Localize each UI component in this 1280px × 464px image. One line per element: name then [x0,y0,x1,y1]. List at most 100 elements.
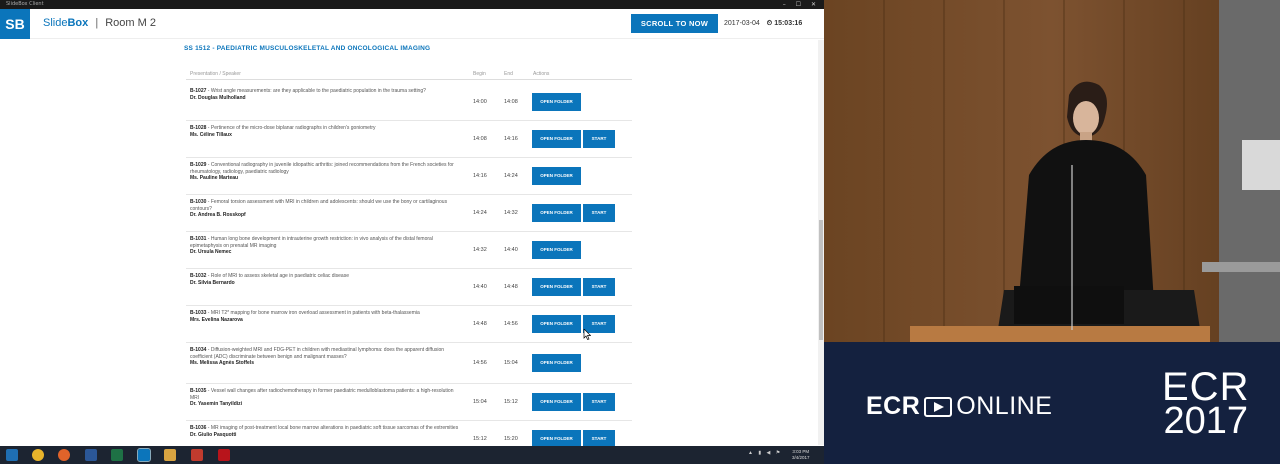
column-header-begin: Begin [473,71,486,77]
presentation-cell: B-1034 - Diffusion-weighted MRI and FDG-… [190,347,462,367]
presentation-speaker: Dr. Giulio Pasquotti [190,431,237,438]
end-time: 15:20 [504,436,518,442]
presentation-title: Conventional radiography in juvenile idi… [190,162,454,175]
window-title-bar: SlideBox Client – ☐ ✕ [0,0,824,9]
open-folder-button[interactable]: OPEN FOLDER [532,93,581,111]
session-title: SS 1512 - PAEDIATRIC MUSCULOSKELETAL AND… [184,45,431,52]
presentation-cell: B-1032 - Role of MRI to assess skeletal … [190,273,462,286]
presentation-code: B-1036 [190,425,207,431]
ecr-online-right: ONLINE [956,392,1053,420]
presentation-code: B-1032 [190,273,207,279]
start-menu-icon[interactable] [6,449,18,461]
column-header-presentation: Presentation / Speaker [190,71,241,77]
room-name: Room M 2 [105,17,156,29]
presentation-speaker: Ms. Melissa Agnès Stoffels [190,360,254,366]
presentation-title: Wrist angle measurements: are they appli… [210,88,426,94]
presentation-cell: B-1028 - Pertinence of the micro-dose bi… [190,125,462,138]
window-title: SlideBox Client [6,1,44,7]
begin-time: 15:12 [473,436,487,442]
open-folder-button[interactable]: OPEN FOLDER [532,278,581,296]
table-row: B-1027 - Wrist angle measurements: are t… [186,84,632,121]
scroll-to-now-button[interactable]: SCROLL TO NOW [631,14,718,33]
root: SlideBox Client – ☐ ✕ SB SlideBox | Room… [0,0,1280,464]
open-folder-button[interactable]: OPEN FOLDER [532,241,581,259]
presentation-cell: B-1027 - Wrist angle measurements: are t… [190,88,462,101]
begin-time: 14:08 [473,136,487,142]
begin-time: 14:40 [473,284,487,290]
column-header-actions: Actions [533,71,550,77]
powerpoint-icon[interactable] [191,449,203,461]
chrome-icon[interactable] [32,449,44,461]
presentation-speaker: Dr. Douglas Mulholland [190,94,246,101]
excel-icon[interactable] [111,449,123,461]
begin-time: 15:04 [473,399,487,405]
end-time: 14:32 [504,210,518,216]
brand-name-part2: Box [67,17,89,29]
begin-time: 14:48 [473,321,487,327]
ecr-online-left: ECR [866,392,921,420]
open-folder-button[interactable]: OPEN FOLDER [532,204,581,222]
taskbar-time: 3:03 PM [792,449,810,454]
start-button[interactable]: START [583,204,615,222]
end-time: 14:56 [504,321,518,327]
end-time: 15:04 [504,360,518,366]
file-explorer-icon[interactable] [164,449,176,461]
start-button[interactable]: START [583,393,615,411]
presentation-title: Pertinence of the micro-dose biplanar ra… [210,125,376,131]
start-button[interactable]: START [583,278,615,296]
presentation-code: B-1033 [190,310,207,316]
firefox-icon[interactable] [58,449,70,461]
presentation-title: Diffusion-weighted MRI and FDG-PET in ch… [190,347,445,360]
acrobat-icon[interactable] [218,449,230,461]
app-brand: SlideBox | Room M 2 [43,17,156,29]
presentation-code: B-1027 [190,88,207,94]
presentation-speaker: Dr. Andrea B. Rosskopf [190,212,246,218]
presentation-cell: B-1029 - Conventional radiography in juv… [190,162,462,182]
presentation-title: MRI T2* mapping for bone marrow iron ove… [210,310,420,316]
word-icon[interactable] [85,449,97,461]
start-button[interactable]: START [583,130,615,148]
table-row: B-1035 - Vessel wall changes after radio… [186,384,632,421]
table-row: B-1029 - Conventional radiography in juv… [186,158,632,195]
presentation-title: MR imaging of post-treatment local bone … [210,425,459,431]
presentation-title: Femoral torsion assessment with MRI in c… [190,199,448,212]
presentation-speaker: Dr. Ursula Nemec [190,249,232,255]
ecr-online-logo: ECR ONLINE [866,392,1052,421]
presentation-speaker: Mrs. Evelina Nazarova [190,316,243,323]
speaker-video-image [824,0,1280,342]
open-folder-button[interactable]: OPEN FOLDER [532,354,581,372]
app-logo: SB [0,9,30,39]
table-row: B-1031 - Human long bone development in … [186,232,632,269]
system-tray[interactable]: ▲ ▮ ◀ ⚑ [748,450,782,456]
open-folder-button[interactable]: OPEN FOLDER [532,393,581,411]
presentation-cell: B-1035 - Vessel wall changes after radio… [190,388,462,408]
open-folder-button[interactable]: OPEN FOLDER [532,315,581,333]
table-row: B-1028 - Pertinence of the micro-dose bi… [186,121,632,158]
taskbar-clock[interactable]: 3:03 PM 3/4/2017 [792,449,810,461]
presentation-title: Human long bone development in intrauter… [190,236,433,249]
end-time: 14:08 [504,99,518,105]
presentation-cell: B-1030 - Femoral torsion assessment with… [190,199,462,219]
presentation-speaker: Dr. Yasemin Tanyildizi [190,401,243,407]
presentation-speaker: Ms. Céline Tillaux [190,131,232,138]
presentation-code: B-1029 [190,162,207,168]
open-folder-button[interactable]: OPEN FOLDER [532,130,581,148]
table-row: B-1032 - Role of MRI to assess skeletal … [186,269,632,306]
brand-name-part1: Slide [43,17,68,29]
presentation-speaker: Dr. Silvia Bernardo [190,279,235,286]
table-row: B-1030 - Femoral torsion assessment with… [186,195,632,232]
ecr-year-bottom: 2017 [1163,400,1248,442]
open-folder-button[interactable]: OPEN FOLDER [532,167,581,185]
scrollbar-thumb[interactable] [819,220,823,340]
presentation-cell: B-1031 - Human long bone development in … [190,236,462,256]
end-time: 14:40 [504,247,518,253]
table-row: B-1033 - MRI T2* mapping for bone marrow… [186,306,632,343]
header-time: 15:03:16 [774,20,803,27]
slidebox-taskbar-icon[interactable] [137,448,151,462]
presentation-title: Role of MRI to assess skeletal age in pa… [210,273,349,279]
window-controls[interactable]: – ☐ ✕ [783,0,820,9]
play-icon [924,396,953,417]
presentation-speaker: Ms. Pauline Marteau [190,175,239,181]
presentation-code: B-1035 [190,388,207,394]
end-time: 15:12 [504,399,518,405]
